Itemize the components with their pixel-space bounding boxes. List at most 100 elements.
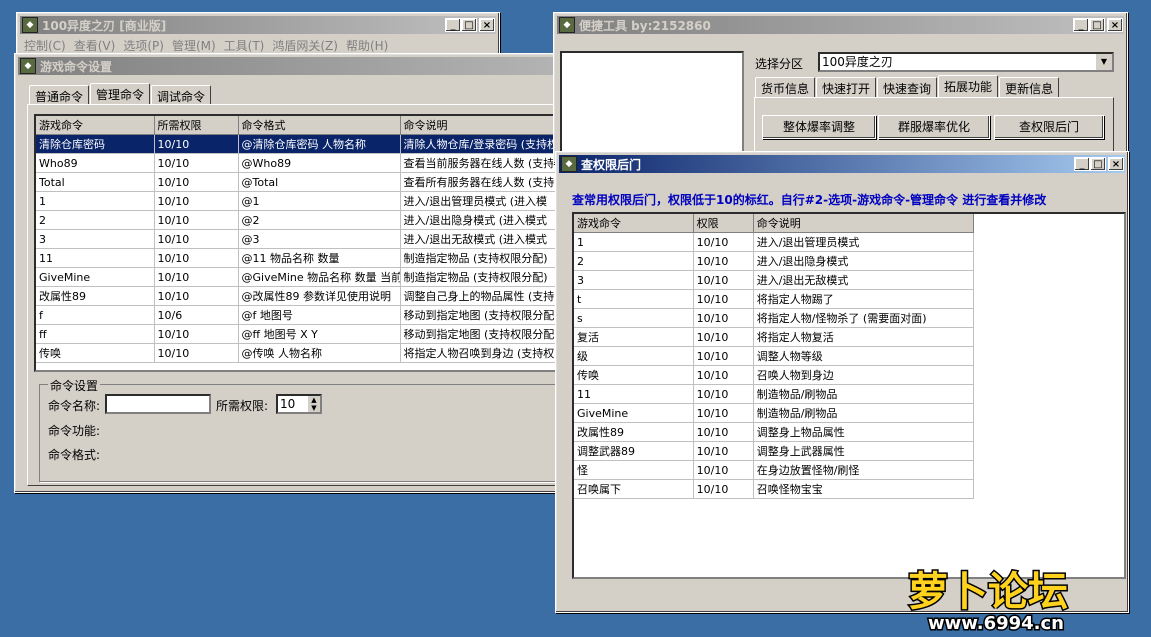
cell-description: 进入/退出隐身模式 xyxy=(753,251,975,271)
cell-permission: 10/10 xyxy=(693,346,754,366)
maximize-button[interactable]: □ xyxy=(1089,18,1105,32)
close-button[interactable]: × xyxy=(479,18,495,32)
zone-select[interactable]: 100异度之刃 ▼ xyxy=(818,52,1114,72)
table-row[interactable]: 改属性89 10/10 调整身上物品属性 xyxy=(574,422,975,442)
cell-command: 级 xyxy=(574,346,694,366)
cell-permission: 10/10 xyxy=(693,479,754,499)
table-row[interactable]: 传唤 10/10 召唤人物到身边 xyxy=(574,365,975,385)
tools-icon: ◆ xyxy=(561,156,577,172)
cell-permission: 10/10 xyxy=(693,289,754,309)
tab-extended-features[interactable]: 拓展功能 xyxy=(938,75,999,98)
table-row[interactable]: 级 10/10 调整人物等级 xyxy=(574,346,975,366)
menu-help[interactable]: 帮助(H) xyxy=(346,37,388,54)
cell-permission: 10/10 xyxy=(154,210,239,230)
zone-label: 选择分区 xyxy=(755,57,804,71)
col-command[interactable]: 游戏命令 xyxy=(36,116,155,135)
permission-label: 所需权限: xyxy=(216,399,269,413)
col-format[interactable]: 命令格式 xyxy=(238,116,401,135)
maximize-button[interactable]: □ xyxy=(1090,157,1106,171)
menu-control[interactable]: 控制(C) xyxy=(24,37,66,54)
tab-update-info[interactable]: 更新信息 xyxy=(999,77,1060,97)
cell-permission: 10/10 xyxy=(693,365,754,385)
table-row[interactable]: 2 10/10 进入/退出隐身模式 xyxy=(574,251,975,271)
cell-command: 怪 xyxy=(574,460,694,480)
close-button[interactable]: × xyxy=(1108,157,1124,171)
app-icon: ◆ xyxy=(20,58,36,74)
table-row[interactable]: GiveMine 10/10 制造物品/刷物品 xyxy=(574,403,975,423)
col-command[interactable]: 游戏命令 xyxy=(574,214,694,233)
cell-command: f xyxy=(36,305,155,325)
cell-format: @1 xyxy=(238,191,401,211)
cell-command: 清除仓库密码 xyxy=(36,134,155,154)
cell-format: @Total xyxy=(238,172,401,192)
table-row[interactable]: 3 10/10 进入/退出无敌模式 xyxy=(574,270,975,290)
cell-permission: 10/10 xyxy=(154,134,239,154)
table-row[interactable]: 怪 10/10 在身边放置怪物/刷怪 xyxy=(574,460,975,480)
cell-command: Total xyxy=(36,172,155,192)
table-row[interactable]: 调整武器89 10/10 调整身上武器属性 xyxy=(574,441,975,461)
col-permission[interactable]: 所需权限 xyxy=(154,116,239,135)
permission-stepper[interactable]: 10 ▲ ▼ xyxy=(276,394,322,414)
cell-command: GiveMine xyxy=(36,267,155,287)
chevron-down-icon[interactable]: ▼ xyxy=(1096,54,1112,70)
tab-admin-commands[interactable]: 管理命令 xyxy=(90,83,151,106)
command-function-label: 命令功能: xyxy=(48,424,101,438)
tab-normal-commands[interactable]: 普通命令 xyxy=(29,85,90,105)
tab-quick-query[interactable]: 快速查询 xyxy=(877,77,938,97)
tab-currency-info[interactable]: 货币信息 xyxy=(755,77,816,97)
command-settings-title: 游戏命令设置 xyxy=(40,59,113,74)
command-name-input[interactable] xyxy=(105,394,211,414)
cell-permission: 10/10 xyxy=(693,384,754,404)
menu-tools[interactable]: 工具(T) xyxy=(224,37,265,54)
table-row[interactable]: 复活 10/10 将指定人物复活 xyxy=(574,327,975,347)
adjust-drop-rate-button[interactable]: 整体爆率调整 xyxy=(762,115,876,139)
table-row[interactable]: 1 10/10 进入/退出管理员模式 xyxy=(574,232,975,252)
optimize-group-drop-rate-button[interactable]: 群服爆率优化 xyxy=(878,115,990,139)
menu-gateway[interactable]: 鸿盾网关(Z) xyxy=(272,37,338,54)
table-row[interactable]: 11 10/10 制造物品/刷物品 xyxy=(574,384,975,404)
maximize-button[interactable]: □ xyxy=(461,18,477,32)
cell-command: 召唤属下 xyxy=(574,479,694,499)
cell-command: s xyxy=(574,308,694,328)
tab-debug-commands[interactable]: 调试命令 xyxy=(151,85,212,105)
cell-command: 调整武器89 xyxy=(574,441,694,461)
cell-command: Who89 xyxy=(36,153,155,173)
quick-tools-title: 便捷工具 by:2152860 xyxy=(579,18,711,33)
cell-format: @ff 地图号 X Y xyxy=(238,324,401,344)
minimize-button[interactable]: _ xyxy=(1074,157,1090,171)
check-permission-backdoor-button[interactable]: 查权限后门 xyxy=(994,115,1104,139)
cell-description: 调整身上武器属性 xyxy=(753,441,975,461)
main-window-titlebar[interactable]: ◆ 100异度之刃 [商业版] _ □ × xyxy=(20,16,496,34)
menu-manage[interactable]: 管理(M) xyxy=(172,37,216,54)
tab-quick-open[interactable]: 快速打开 xyxy=(816,77,877,97)
cell-command: 传唤 xyxy=(36,343,155,363)
table-row[interactable]: s 10/10 将指定人物/怪物杀了 (需要面对面) xyxy=(574,308,975,328)
cell-command: t xyxy=(574,289,694,309)
col-permission[interactable]: 权限 xyxy=(693,214,754,233)
menu-view[interactable]: 查看(V) xyxy=(74,37,116,54)
cell-description: 调整人物等级 xyxy=(753,346,975,366)
cell-command: 传唤 xyxy=(574,365,694,385)
col-description[interactable]: 命令说明 xyxy=(753,214,975,233)
minimize-button[interactable]: _ xyxy=(445,18,461,32)
menu-options[interactable]: 选项(P) xyxy=(123,37,164,54)
close-button[interactable]: × xyxy=(1107,18,1123,32)
quick-tools-titlebar[interactable]: ◆ 便捷工具 by:2152860 _ □ × xyxy=(557,16,1124,34)
permission-value: 10 xyxy=(280,397,296,411)
tools-icon: ◆ xyxy=(559,17,575,33)
cell-permission: 10/10 xyxy=(154,172,239,192)
app-icon: ◆ xyxy=(22,17,38,33)
cell-command: 2 xyxy=(574,251,694,271)
table-row[interactable]: t 10/10 将指定人物踢了 xyxy=(574,289,975,309)
cell-permission: 10/10 xyxy=(154,286,239,306)
cell-description: 在身边放置怪物/刷怪 xyxy=(753,460,975,480)
tools-side-list[interactable] xyxy=(560,51,744,163)
cell-description: 召唤人物到身边 xyxy=(753,365,975,385)
permission-check-titlebar[interactable]: ◆ 查权限后门 _ □ × xyxy=(559,155,1125,173)
permission-check-title: 查权限后门 xyxy=(581,157,642,172)
table-row[interactable]: 召唤属下 10/10 召唤怪物宝宝 xyxy=(574,479,975,499)
cell-description: 进入/退出管理员模式 xyxy=(753,232,975,252)
cell-format: @GiveMine 物品名称 数量 当前 xyxy=(238,267,401,287)
stepper-arrows-icon[interactable]: ▲ ▼ xyxy=(308,396,320,412)
minimize-button[interactable]: _ xyxy=(1073,18,1089,32)
